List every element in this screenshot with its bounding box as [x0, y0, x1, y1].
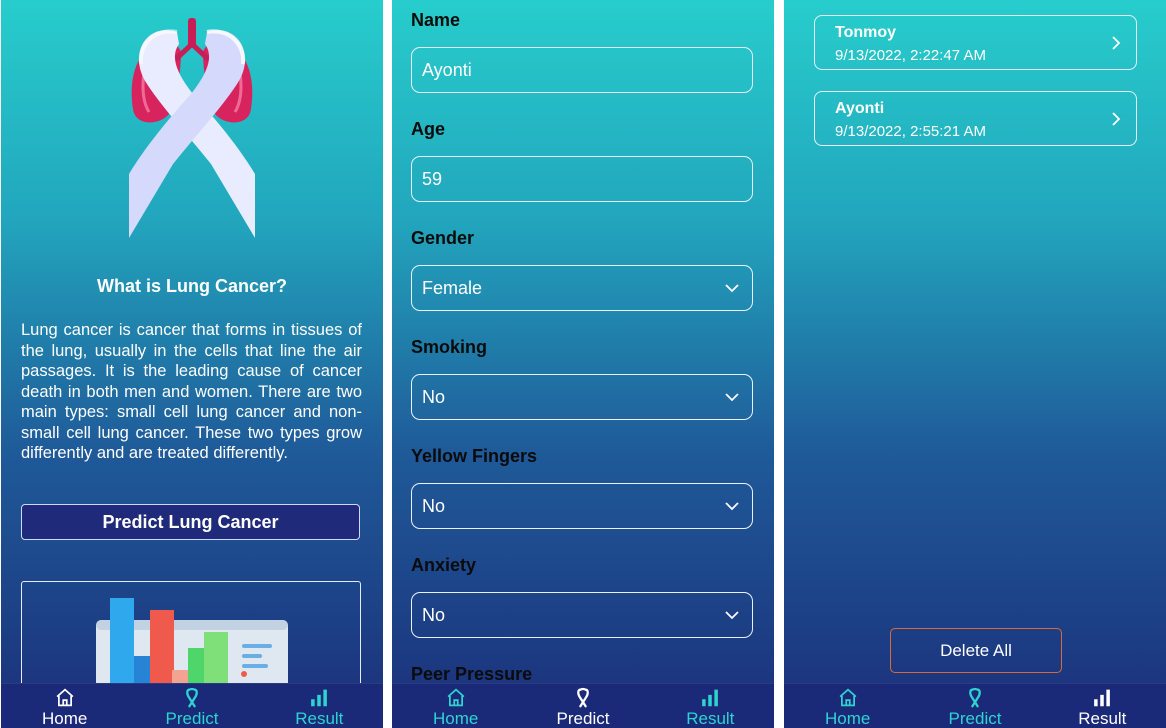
nav-home[interactable]: Home	[392, 684, 519, 728]
delete-all-button[interactable]: Delete All	[890, 628, 1062, 673]
gender-select[interactable]: Female	[411, 265, 753, 311]
nav-result[interactable]: Result	[256, 684, 383, 728]
page-title: What is Lung Cancer?	[96, 276, 287, 296]
yellow-fingers-select[interactable]: No	[411, 483, 753, 529]
name-input[interactable]: Ayonti	[411, 47, 753, 93]
gender-label: Gender	[411, 228, 475, 248]
house-icon	[839, 688, 857, 707]
smoking-select[interactable]: No	[411, 374, 753, 420]
result-record[interactable]: Tonmoy 9/13/2022, 2:22:47 AM	[814, 15, 1137, 70]
bottom-navigation: Home Predict Result	[392, 683, 774, 728]
smoking-select-value: No	[422, 386, 446, 407]
record-date: 9/13/2022, 2:55:21 AM	[835, 123, 986, 140]
chevron-down-icon	[725, 611, 739, 620]
home-screen: What is Lung Cancer? Lung cancer is canc…	[1, 0, 383, 728]
nav-predict-label: Predict	[948, 709, 1002, 728]
name-input-value: Ayonti	[422, 59, 472, 80]
yellow-fingers-select-value: No	[422, 495, 446, 516]
nav-predict[interactable]: Predict	[911, 684, 1038, 728]
yellow-fingers-label: Yellow Fingers	[411, 446, 538, 466]
anxiety-label: Anxiety	[411, 555, 477, 575]
nav-result[interactable]: Result	[1039, 684, 1166, 728]
nav-predict-label: Predict	[165, 709, 219, 728]
nav-predict-label: Predict	[556, 709, 610, 728]
nav-home[interactable]: Home	[1, 684, 128, 728]
age-input[interactable]: 59	[411, 156, 753, 202]
peer-pressure-label: Peer Pressure	[411, 664, 533, 684]
chevron-down-icon	[725, 284, 739, 293]
nav-result-label: Result	[295, 709, 344, 728]
nav-result[interactable]: Result	[647, 684, 774, 728]
chevron-down-icon	[725, 393, 739, 402]
bottom-navigation: Home Predict Result	[1, 683, 383, 728]
chevron-right-icon	[1112, 36, 1121, 50]
ribbon-icon	[969, 687, 981, 708]
gender-select-value: Female	[422, 277, 483, 298]
result-record[interactable]: Ayonti 9/13/2022, 2:55:21 AM	[814, 91, 1137, 146]
nav-home-label: Home	[432, 709, 479, 728]
nav-predict[interactable]: Predict	[128, 684, 255, 728]
nav-home-label: Home	[824, 709, 871, 728]
nav-home-label: Home	[41, 709, 88, 728]
record-date: 9/13/2022, 2:22:47 AM	[835, 47, 986, 64]
smoking-label: Smoking	[411, 337, 488, 357]
nav-predict[interactable]: Predict	[519, 684, 646, 728]
record-name: Tonmoy	[835, 24, 897, 41]
anxiety-select-value: No	[422, 604, 446, 625]
lung-cancer-description: Lung cancer is cancer that forms in tiss…	[21, 321, 362, 462]
chevron-down-icon	[725, 502, 739, 511]
anxiety-select[interactable]: No	[411, 592, 753, 638]
chevron-right-icon	[1112, 112, 1121, 126]
age-label: Age	[411, 119, 446, 139]
house-icon	[447, 688, 465, 707]
lung-ribbon-illustration	[129, 18, 255, 238]
house-icon	[56, 688, 74, 707]
predict-lung-cancer-button[interactable]: Predict Lung Cancer	[21, 504, 360, 540]
record-name: Ayonti	[835, 100, 885, 117]
bottom-navigation: Home Predict Result	[784, 683, 1166, 728]
age-input-value: 59	[422, 168, 443, 189]
result-screen: Tonmoy 9/13/2022, 2:22:47 AM Ayonti 9/13…	[784, 0, 1166, 728]
nav-result-label: Result	[686, 709, 735, 728]
nav-result-label: Result	[1078, 709, 1127, 728]
nav-home[interactable]: Home	[784, 684, 911, 728]
bar-chart-icon	[702, 689, 719, 707]
ribbon-icon	[577, 687, 589, 708]
ribbon-icon	[186, 687, 198, 708]
bar-chart-icon	[311, 689, 328, 707]
predict-screen: Name Ayonti Age 59 Gender Female Smoking…	[392, 0, 774, 728]
bar-chart-icon	[1094, 689, 1111, 707]
name-label: Name	[411, 10, 461, 30]
